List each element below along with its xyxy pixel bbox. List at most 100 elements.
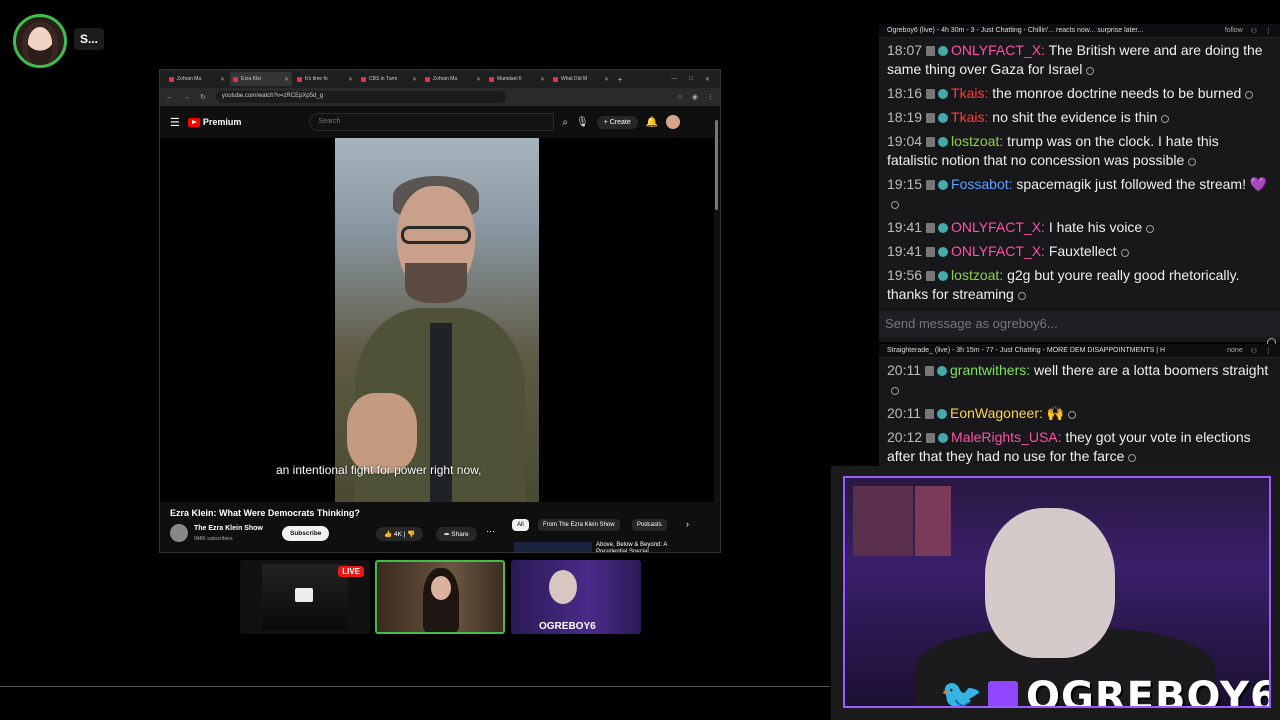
settings-icon[interactable]: ⋮ [1265,347,1272,355]
subscribe-button[interactable]: Subscribe [282,526,330,541]
reply-icon[interactable] [1120,249,1129,257]
stream-thumbnail-1[interactable]: LIVE [240,560,370,634]
chat-username[interactable]: Fossabot: [951,176,1012,192]
mic-icon[interactable]: 🎙 [576,117,589,128]
chat-username[interactable]: ONLYFACT_X: [951,42,1045,58]
badge-icon [938,46,949,56]
browser-tab[interactable]: What Did M ✕ [550,72,612,86]
chat-time: 18:19 [887,109,923,125]
chat-message: 20:11 EonWagoneer: 🙌 [887,404,1272,423]
chat-username[interactable]: grantwithers: [950,362,1030,378]
more-icon[interactable]: ⋯ [486,526,495,537]
close-icon[interactable]: ✕ [705,76,710,83]
twitter-icon: 🐦 [940,678,983,708]
screen-icon [295,588,313,602]
chat-username[interactable]: EonWagoneer: [950,405,1043,421]
badge-icon [937,409,947,419]
reply-icon[interactable] [1068,411,1077,419]
hamburger-icon[interactable]: ☰ [170,116,180,129]
forward-icon[interactable]: → [183,94,190,101]
recommended-thumbnail[interactable] [514,542,592,552]
trash-icon[interactable] [926,89,936,99]
reply-icon[interactable] [891,201,899,209]
scrollbar[interactable] [715,120,718,210]
back-icon[interactable]: ← [166,94,173,101]
chevron-right-icon[interactable]: › [686,519,689,529]
reply-icon[interactable] [1245,91,1254,99]
chat-username[interactable]: MaleRights_USA: [951,429,1062,445]
create-button[interactable]: + Create [596,115,638,129]
divider [0,686,830,687]
browser-tab[interactable]: CBS in Turm ✕ [358,72,420,86]
extension-icon[interactable]: ◉ [692,93,698,101]
chip-from-channel[interactable]: From The Ezra Klein Show [538,519,620,531]
url-field[interactable]: youtube.com/watch?v=zRCEpXp5d_g [215,91,506,103]
chat-time: 19:41 [887,243,923,259]
chat-header: Straighterade_ (live) - 3h 15m - 77 - Ju… [879,344,1280,358]
chat-username[interactable]: Tkais: [951,109,988,125]
minimize-icon[interactable]: — [671,76,677,83]
trash-icon[interactable] [926,113,936,123]
trash-icon[interactable] [925,409,934,419]
account-avatar[interactable] [666,115,681,129]
live-badge: LIVE [338,566,364,577]
reply-icon[interactable] [1188,158,1197,166]
trash-icon[interactable] [925,366,934,376]
trash-icon[interactable] [926,223,936,233]
channel-avatar[interactable] [170,524,188,542]
chip-all[interactable]: All [512,519,529,531]
chat-text: trump was on the clock. I hate this fata… [887,133,1219,168]
stream-thumbnail-2[interactable] [375,560,505,634]
browser-tab[interactable]: Mamdani fi ✕ [486,72,548,86]
share-button[interactable]: ➦ Share [436,527,477,541]
thumbnail-label: OGREBOY6 [539,621,596,632]
browser-tab-active[interactable]: Ezra Klei ✕ [230,72,292,86]
trash-icon[interactable] [926,271,936,281]
reply-icon[interactable] [1161,115,1170,123]
browser-tab[interactable]: It's time fo ✕ [294,72,356,86]
chat-username[interactable]: ONLYFACT_X: [951,243,1045,259]
trash-icon[interactable] [926,46,936,56]
trash-icon[interactable] [926,137,936,147]
video-player[interactable]: an intentional fight for power right now… [160,138,714,502]
follow-label[interactable]: follow [1225,27,1243,35]
trash-icon[interactable] [926,433,936,443]
maximize-icon[interactable]: □ [689,76,693,83]
chat-username[interactable]: lostzoat: [951,133,1003,149]
bell-icon[interactable]: 🔔 [646,117,658,128]
chat-username[interactable]: ONLYFACT_X: [951,219,1045,235]
browser-tab[interactable]: Zohran Ma ✕ [422,72,484,86]
new-tab-button[interactable]: + [614,75,626,84]
chat-header: Ogreboy6 (live) - 4h 30m - 3 - Just Chat… [879,24,1280,38]
chat-username[interactable]: Tkais: [951,85,988,101]
reply-icon[interactable] [891,387,899,395]
settings-icon[interactable]: ⋮ [1265,27,1272,35]
browser-tab[interactable]: Zohran Ma ✕ [166,72,228,86]
users-icon[interactable]: ⚇ [1251,347,1257,355]
menu-icon[interactable]: ⋮ [707,93,714,101]
reply-icon[interactable] [1146,225,1155,233]
search-input[interactable]: Search [309,113,555,131]
chat-input[interactable]: Send message as ogreboy6... [879,311,1280,347]
recommended-title[interactable]: Above, Below & Beyond: A Presidential Sp… [596,542,686,552]
users-icon[interactable]: ⚇ [1251,27,1257,35]
twitch-icon [988,681,1018,706]
trash-icon[interactable] [926,180,936,190]
chip-podcasts[interactable]: Podcasts [632,519,667,531]
trash-icon[interactable] [926,247,936,257]
chat-username[interactable]: lostzoat: [951,267,1003,283]
address-bar: ← → ↻ youtube.com/watch?v=zRCEpXp5d_g ☆ … [160,88,720,106]
search-icon[interactable]: ⌕ [562,117,568,128]
reply-icon[interactable] [1017,292,1026,300]
reply-icon[interactable] [1128,454,1137,462]
bookmark-icon[interactable]: ☆ [677,93,683,101]
video-info: Ezra Klein: What Were Democrats Thinking… [160,502,714,552]
reload-icon[interactable]: ↻ [200,93,206,101]
follow-label[interactable]: none [1227,347,1243,355]
reply-icon[interactable] [1086,67,1095,75]
channel-name[interactable]: The Ezra Klein Show [194,525,263,532]
youtube-logo[interactable]: Premium [187,117,241,127]
like-button[interactable]: 👍 4K | 👎 [376,527,424,541]
chat-time: 18:16 [887,85,923,101]
stream-thumbnail-3[interactable]: OGREBOY6 [511,560,641,634]
